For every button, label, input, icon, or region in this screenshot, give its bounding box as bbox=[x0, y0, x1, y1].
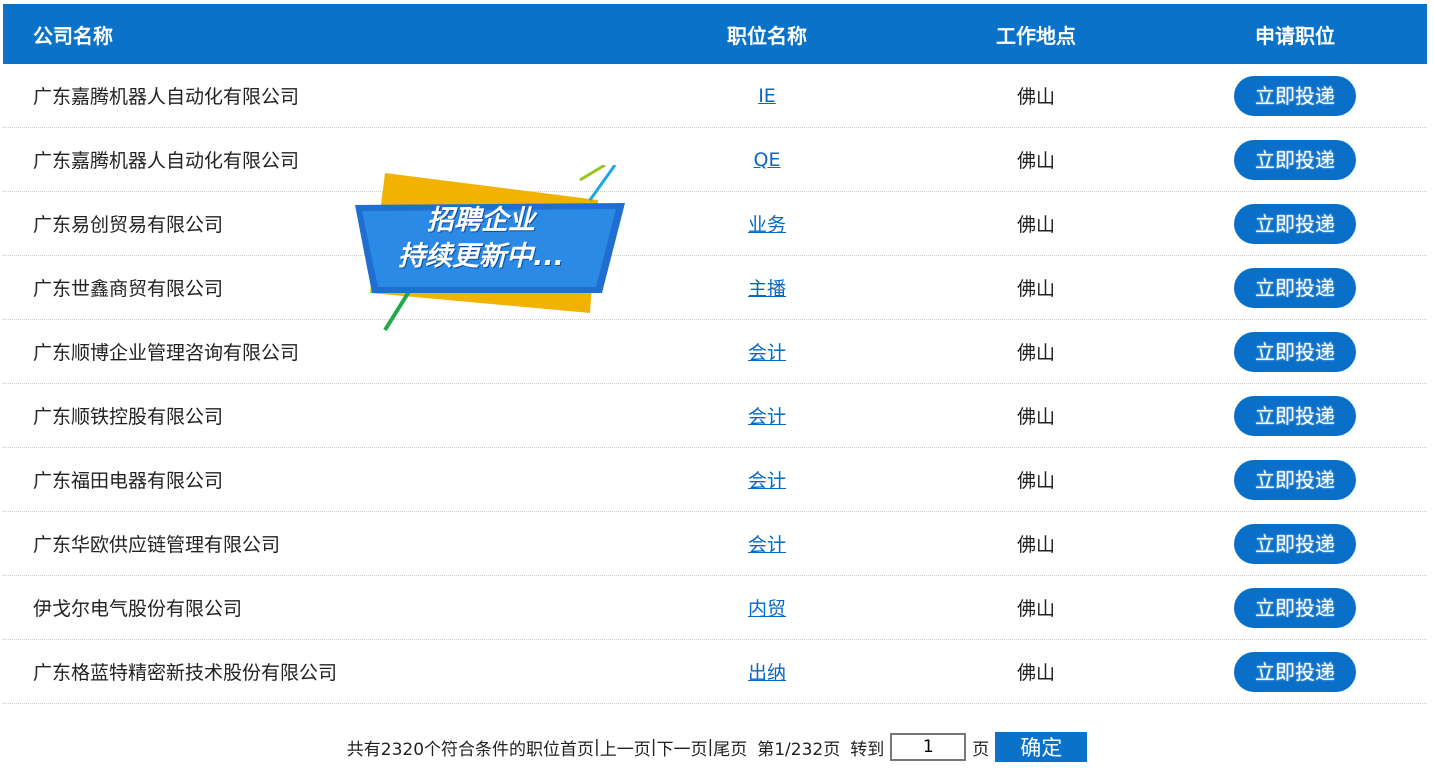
job-title-link[interactable]: 业务 bbox=[748, 214, 786, 236]
apply-button[interactable]: 立即投递 bbox=[1234, 75, 1356, 116]
table-row: 广东格蓝特精密新技术股份有限公司 出纳 佛山 立即投递 bbox=[3, 640, 1427, 704]
company-name: 伊戈尔电气股份有限公司 bbox=[33, 598, 243, 620]
location: 佛山 bbox=[1016, 214, 1055, 236]
apply-cell: 立即投递 bbox=[1163, 267, 1427, 308]
company-name: 广东嘉腾机器人自动化有限公司 bbox=[33, 86, 300, 108]
table-row: 伊戈尔电气股份有限公司 内贸 佛山 立即投递 bbox=[3, 576, 1427, 640]
table-row: 广东华欧供应链管理有限公司 会计 佛山 立即投递 bbox=[3, 512, 1427, 576]
company-name: 广东华欧供应链管理有限公司 bbox=[33, 534, 281, 556]
goto-page-input[interactable] bbox=[890, 733, 967, 761]
job-cell: 主播 bbox=[625, 274, 909, 301]
location: 佛山 bbox=[1016, 470, 1055, 492]
apply-cell: 立即投递 bbox=[1163, 139, 1427, 180]
apply-cell: 立即投递 bbox=[1163, 651, 1427, 692]
apply-button[interactable]: 立即投递 bbox=[1234, 459, 1356, 500]
apply-cell: 立即投递 bbox=[1163, 75, 1427, 116]
table-row: 广东世鑫商贸有限公司 主播 佛山 立即投递 bbox=[3, 256, 1427, 320]
location: 佛山 bbox=[1016, 150, 1055, 172]
apply-cell: 立即投递 bbox=[1163, 523, 1427, 564]
job-title-link[interactable]: 会计 bbox=[748, 342, 786, 364]
apply-button[interactable]: 立即投递 bbox=[1234, 139, 1356, 180]
company-name: 广东格蓝特精密新技术股份有限公司 bbox=[33, 662, 338, 684]
header-job: 职位名称 bbox=[727, 23, 807, 48]
apply-button[interactable]: 立即投递 bbox=[1234, 267, 1356, 308]
location: 佛山 bbox=[1016, 86, 1055, 108]
table-body: 广东嘉腾机器人自动化有限公司 IE 佛山 立即投递 广东嘉腾机器人自动化有限公司 QE 佛山… bbox=[3, 64, 1427, 704]
header-location: 工作地点 bbox=[996, 23, 1076, 48]
confirm-button[interactable]: 确定 bbox=[995, 732, 1088, 762]
result-summary: 共有2320个符合条件的职位 bbox=[346, 739, 561, 760]
location: 佛山 bbox=[1016, 598, 1055, 620]
table-row: 广东福田电器有限公司 会计 佛山 立即投递 bbox=[3, 448, 1427, 512]
table-row: 广东嘉腾机器人自动化有限公司 QE 佛山 立即投递 bbox=[3, 128, 1427, 192]
table-row: 广东顺博企业管理咨询有限公司 会计 佛山 立即投递 bbox=[3, 320, 1427, 384]
location: 佛山 bbox=[1016, 406, 1055, 428]
location: 佛山 bbox=[1016, 278, 1055, 300]
job-title-link[interactable]: 会计 bbox=[748, 470, 786, 492]
job-cell: IE bbox=[625, 85, 909, 107]
table-row: 广东易创贸易有限公司 业务 佛山 立即投递 bbox=[3, 192, 1427, 256]
table-row: 广东嘉腾机器人自动化有限公司 IE 佛山 立即投递 bbox=[3, 64, 1427, 128]
job-cell: 会计 bbox=[625, 402, 909, 429]
job-cell: QE bbox=[625, 149, 909, 171]
header-apply: 申请职位 bbox=[1255, 23, 1335, 48]
job-title-link[interactable]: 会计 bbox=[748, 534, 786, 556]
job-cell: 业务 bbox=[625, 210, 909, 237]
company-name: 广东世鑫商贸有限公司 bbox=[33, 278, 224, 300]
job-cell: 内贸 bbox=[625, 594, 909, 621]
apply-button[interactable]: 立即投递 bbox=[1234, 587, 1356, 628]
job-title-link[interactable]: 主播 bbox=[748, 278, 786, 300]
first-page-link[interactable]: 首页 bbox=[560, 735, 594, 760]
apply-button[interactable]: 立即投递 bbox=[1234, 331, 1356, 372]
job-cell: 会计 bbox=[625, 530, 909, 557]
job-cell: 会计 bbox=[625, 466, 909, 493]
last-page-link[interactable]: 尾页 bbox=[713, 735, 747, 760]
page-unit-label: 页 bbox=[972, 739, 990, 760]
prev-page-link[interactable]: 上一页 bbox=[600, 735, 651, 760]
job-title-link[interactable]: 会计 bbox=[748, 406, 786, 428]
next-page-link[interactable]: 下一页 bbox=[657, 735, 708, 760]
location: 佛山 bbox=[1016, 534, 1055, 556]
company-name: 广东顺铁控股有限公司 bbox=[33, 406, 224, 428]
location: 佛山 bbox=[1016, 342, 1055, 364]
job-cell: 出纳 bbox=[625, 658, 909, 685]
job-title-link[interactable]: 出纳 bbox=[748, 662, 786, 684]
apply-button[interactable]: 立即投递 bbox=[1234, 651, 1356, 692]
apply-cell: 立即投递 bbox=[1163, 459, 1427, 500]
job-cell: 会计 bbox=[625, 338, 909, 365]
header-company: 公司名称 bbox=[33, 23, 113, 48]
apply-button[interactable]: 立即投递 bbox=[1234, 395, 1356, 436]
apply-cell: 立即投递 bbox=[1163, 395, 1427, 436]
company-name: 广东易创贸易有限公司 bbox=[33, 214, 224, 236]
job-table: 公司名称 职位名称 工作地点 申请职位 广东嘉腾机器人自动化有限公司 IE 佛山 立即… bbox=[3, 4, 1427, 704]
job-title-link[interactable]: IE bbox=[758, 85, 776, 107]
table-row: 广东顺铁控股有限公司 会计 佛山 立即投递 bbox=[3, 384, 1427, 448]
job-title-link[interactable]: QE bbox=[754, 149, 781, 171]
apply-button[interactable]: 立即投递 bbox=[1234, 203, 1356, 244]
apply-cell: 立即投递 bbox=[1163, 587, 1427, 628]
job-title-link[interactable]: 内贸 bbox=[748, 598, 786, 620]
company-name: 广东顺博企业管理咨询有限公司 bbox=[33, 342, 300, 364]
table-header: 公司名称 职位名称 工作地点 申请职位 bbox=[3, 4, 1427, 64]
apply-button[interactable]: 立即投递 bbox=[1234, 523, 1356, 564]
pagination: 共有2320个符合条件的职位 首页 | 上一页 | 下一页 | 尾页 第1/23… bbox=[0, 730, 1434, 764]
company-name: 广东嘉腾机器人自动化有限公司 bbox=[33, 150, 300, 172]
apply-cell: 立即投递 bbox=[1163, 331, 1427, 372]
apply-cell: 立即投递 bbox=[1163, 203, 1427, 244]
location: 佛山 bbox=[1016, 662, 1055, 684]
goto-label: 转到 bbox=[850, 739, 885, 760]
company-name: 广东福田电器有限公司 bbox=[33, 470, 224, 492]
page-info: 第1/232页 bbox=[757, 739, 841, 760]
